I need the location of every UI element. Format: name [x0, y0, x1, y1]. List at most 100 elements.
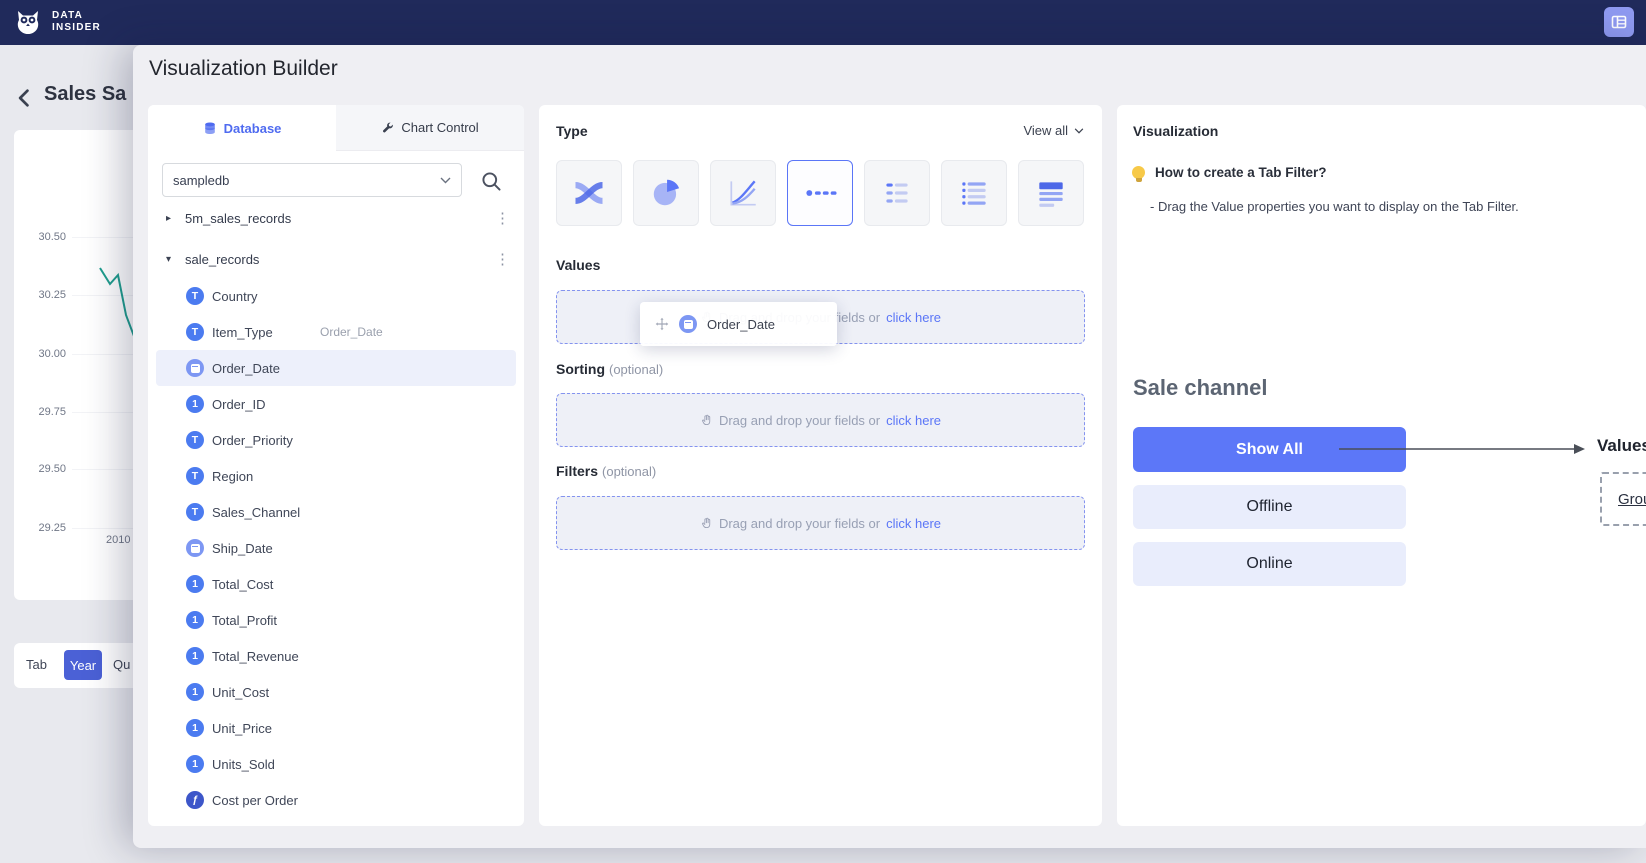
- table-row-sale-records[interactable]: ▾ sale_records ⋮: [148, 241, 524, 277]
- bulb-icon: [1132, 166, 1145, 179]
- tab-filter-button-online[interactable]: Online: [1133, 542, 1406, 586]
- drag-hand-icon: [700, 414, 713, 427]
- optional-suffix: (optional): [609, 362, 663, 377]
- number-field-icon: 1: [186, 719, 204, 737]
- chart-type-list[interactable]: [864, 160, 930, 226]
- text-field-icon: T: [186, 503, 204, 521]
- modal-title: Visualization Builder: [149, 57, 338, 81]
- filters-label: Filters: [556, 463, 598, 479]
- visualization-preview-panel: Visualization How to create a Tab Filter…: [1117, 105, 1646, 826]
- chart-type-input-control[interactable]: [941, 160, 1007, 226]
- chart-type-sankey[interactable]: [556, 160, 622, 226]
- visualization-panel-title: Visualization: [1133, 123, 1218, 139]
- caret-down-icon[interactable]: ▾: [166, 254, 178, 265]
- text-field-icon: T: [186, 287, 204, 305]
- field-label: Unit_Cost: [212, 685, 269, 700]
- field-label: Ship_Date: [212, 541, 273, 556]
- chart-type-line[interactable]: [710, 160, 776, 226]
- tab-database[interactable]: Database: [148, 105, 336, 151]
- tab-filter-icon: [802, 175, 838, 211]
- type-section-label: Type: [556, 123, 588, 139]
- view-all-button[interactable]: View all: [1023, 123, 1084, 138]
- number-field-icon: 1: [186, 755, 204, 773]
- field-row-sales-channel[interactable]: T Sales_Channel: [148, 494, 524, 530]
- chart-type-pie[interactable]: [633, 160, 699, 226]
- field-row-total-profit[interactable]: 1 Total_Profit: [148, 602, 524, 638]
- date-field-icon: [679, 315, 697, 333]
- field-row-country[interactable]: T Country: [148, 278, 524, 314]
- dropzone-text: Drag and drop your fields or: [719, 516, 880, 531]
- number-field-icon: 1: [186, 611, 204, 629]
- dropzone-click-here-link[interactable]: click here: [886, 516, 941, 531]
- granularity-quarter-label[interactable]: Qu: [113, 657, 130, 672]
- database-panel: Database Chart Control sampledb: [148, 105, 524, 826]
- kebab-menu-icon[interactable]: ⋮: [495, 209, 510, 227]
- tab-chart-control[interactable]: Chart Control: [336, 105, 524, 151]
- field-label: Sales_Channel: [212, 505, 300, 520]
- field-row-unit-cost[interactable]: 1 Unit_Cost: [148, 674, 524, 710]
- callout-group-box: Group: [1600, 472, 1646, 526]
- number-field-icon: 1: [186, 395, 204, 413]
- view-all-label: View all: [1023, 123, 1068, 138]
- date-field-icon: [186, 539, 204, 557]
- chart-type-table[interactable]: [1018, 160, 1084, 226]
- wrench-icon: [381, 121, 394, 134]
- field-label: Order_Date: [212, 361, 280, 376]
- filters-dropzone[interactable]: Drag and drop your fields or click here: [556, 496, 1085, 550]
- granularity-label[interactable]: Tab: [26, 657, 47, 672]
- table-name: 5m_sales_records: [185, 211, 291, 226]
- dropzone-text: Drag and drop your fields or: [719, 413, 880, 428]
- field-row-total-cost[interactable]: 1 Total_Cost: [148, 566, 524, 602]
- field-row-order-id[interactable]: 1 Order_ID: [148, 386, 524, 422]
- sorting-dropzone[interactable]: Drag and drop your fields or click here: [556, 393, 1085, 447]
- field-row-units-sold[interactable]: 1 Units_Sold: [148, 746, 524, 782]
- brand-name: DATA INSIDER: [52, 10, 101, 34]
- database-select[interactable]: sampledb: [162, 163, 462, 197]
- table-name: sale_records: [185, 252, 259, 267]
- brand-line-2: INSIDER: [52, 22, 101, 34]
- back-button[interactable]: [14, 87, 36, 109]
- field-row-cost-per-order[interactable]: ƒ Cost per Order: [148, 782, 524, 818]
- field-row-region[interactable]: T Region: [148, 458, 524, 494]
- chevron-down-icon: [1074, 128, 1084, 134]
- search-icon[interactable]: [480, 170, 502, 192]
- drag-ghost-card[interactable]: Order_Date: [640, 302, 837, 346]
- text-field-icon: T: [186, 323, 204, 341]
- page-title: Sales Sa: [44, 83, 126, 106]
- chart-type-row: [556, 160, 1084, 226]
- field-row-order-date[interactable]: Order_Date: [148, 350, 524, 386]
- chart-type-tab-filter[interactable]: [787, 160, 853, 226]
- tab-filter-button-offline[interactable]: Offline: [1133, 485, 1406, 529]
- group-link[interactable]: Group: [1618, 491, 1646, 508]
- field-label: Unit_Price: [212, 721, 272, 736]
- dashboard-layout-button[interactable]: [1604, 7, 1634, 37]
- number-field-icon: 1: [186, 647, 204, 665]
- widget-title: Sale channel: [1133, 375, 1268, 401]
- kebab-menu-icon[interactable]: ⋮: [495, 250, 510, 268]
- field-row-order-priority[interactable]: T Order_Priority: [148, 422, 524, 458]
- field-label: Region: [212, 469, 253, 484]
- field-label: Units_Sold: [212, 757, 275, 772]
- visualization-builder-modal: Visualization Builder Database Chart Co: [133, 45, 1646, 848]
- field-row-total-revenue[interactable]: 1 Total_Revenue: [148, 638, 524, 674]
- granularity-year-button[interactable]: Year: [64, 650, 102, 680]
- dropzone-click-here-link[interactable]: click here: [886, 310, 941, 325]
- caret-right-icon[interactable]: ▸: [166, 213, 178, 224]
- field-label: Total_Profit: [212, 613, 277, 628]
- x-axis-tick: 2010: [106, 534, 130, 546]
- filters-section-label: Filters(optional): [556, 463, 656, 479]
- database-icon: [203, 121, 217, 136]
- dropzone-click-here-link[interactable]: click here: [886, 413, 941, 428]
- table-row-5m-sales-records[interactable]: ▸ 5m_sales_records ⋮: [148, 200, 524, 236]
- source-tabs: Database Chart Control: [148, 105, 524, 151]
- field-label: Total_Cost: [212, 577, 273, 592]
- field-label: Item_Type: [212, 325, 273, 340]
- date-field-icon: [186, 359, 204, 377]
- table-icon: [1034, 176, 1068, 210]
- field-row-unit-price[interactable]: 1 Unit_Price: [148, 710, 524, 746]
- sorting-label: Sorting: [556, 361, 605, 377]
- move-icon: [655, 317, 669, 331]
- line-chart-icon: [726, 176, 760, 210]
- field-row-ship-date[interactable]: Ship_Date: [148, 530, 524, 566]
- drag-origin-ghost-label: Order_Date: [320, 325, 383, 339]
